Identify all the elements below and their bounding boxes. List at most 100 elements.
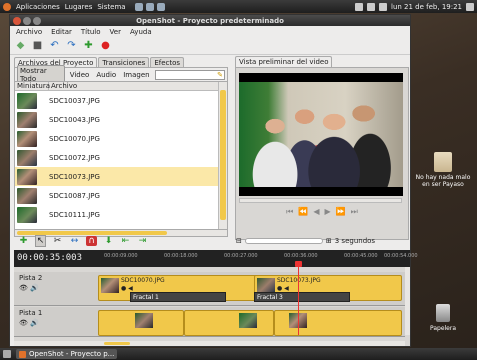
column-thumbnail[interactable]: Miniatura [15, 82, 50, 90]
save-icon[interactable]: ■ [31, 39, 44, 52]
timeline: 00:00:35:003 00:00:09.000 00:00:18.000 0… [14, 250, 418, 346]
next-marker-icon[interactable]: ⇥ [137, 236, 148, 246]
menu-sistema[interactable]: Sistema [97, 3, 125, 11]
menu-aplicaciones[interactable]: Aplicaciones [16, 3, 60, 11]
new-project-icon[interactable]: ◆ [14, 39, 27, 52]
file-row[interactable]: SDC10072.JPG [15, 148, 218, 167]
clear-search-icon[interactable]: ✎ [217, 71, 223, 79]
clip-track1-a[interactable] [98, 310, 184, 336]
zoom-control: ⊟ ⊞ 3 segundos [236, 237, 375, 245]
help-launcher-icon[interactable] [156, 2, 165, 11]
ruler-tick: 00:00:54.000 [384, 253, 418, 259]
network-icon[interactable] [355, 2, 363, 11]
file-filters: Mostrar Todo Video Audio Imagen ✎ [14, 64, 228, 85]
file-thumbnail [17, 111, 37, 128]
taskbar-label: OpenShot - Proyecto p... [29, 350, 115, 358]
menubar: Archivo Editar Título Ver Ayuda [10, 26, 410, 37]
tab-transitions[interactable]: Transiciones [98, 57, 150, 67]
desktop-trash[interactable]: Papelera [421, 304, 465, 332]
jump-end-icon[interactable]: ⏭ [351, 207, 358, 217]
snap-tool-icon[interactable]: ∩ [86, 236, 97, 246]
clip-track1-b[interactable] [184, 310, 274, 336]
menu-ayuda[interactable]: Ayuda [130, 28, 152, 36]
zoom-out-icon[interactable]: ⊟ [236, 237, 242, 245]
timeline-hscrollbar-thumb[interactable] [104, 342, 130, 345]
browser-launcher-icon[interactable] [134, 2, 143, 11]
track-visibility-icon[interactable]: 👁 🔊 [19, 284, 39, 292]
bottom-panel: OpenShot - Proyecto p... [0, 348, 477, 360]
clip-controls-icon[interactable]: ● ◀ [277, 285, 289, 292]
menu-archivo[interactable]: Archivo [16, 28, 42, 36]
taskbar-openshot[interactable]: OpenShot - Proyecto p... [16, 349, 118, 359]
file-row[interactable]: SDC10037.JPG [15, 91, 218, 110]
ruler-tick: 00:00:45.000 [344, 253, 378, 259]
timeline-ruler[interactable]: 00:00:35:003 00:00:09.000 00:00:18.000 0… [14, 250, 418, 267]
transition-fractal-3[interactable]: Fractal 3 [254, 292, 350, 302]
track-visibility-icon[interactable]: 👁 🔊 [19, 319, 39, 327]
razor-tool-icon[interactable]: ✂ [52, 236, 63, 246]
file-name: SDC10111.JPG [49, 210, 100, 219]
trash-icon [436, 304, 450, 322]
column-file[interactable]: Archivo [49, 82, 77, 90]
file-list-scrollbar[interactable] [218, 82, 227, 229]
fast-forward-icon[interactable]: ⏩ [336, 207, 346, 217]
filter-image[interactable]: Imagen [121, 70, 151, 80]
menu-titulo[interactable]: Título [81, 28, 101, 36]
show-desktop-icon[interactable] [3, 350, 11, 358]
track-1[interactable]: Pista 1 👁 🔊 [14, 307, 405, 337]
track-name: Pista 2 [19, 274, 43, 282]
desktop-folder-payaso[interactable]: No hay nada malo en ser Payaso [411, 152, 475, 188]
volume-icon[interactable] [379, 2, 387, 11]
tab-video-preview[interactable]: Vista preliminar del video [235, 56, 333, 67]
file-row[interactable]: SDC10073.JPG [15, 167, 218, 186]
reverse-icon[interactable]: ◀ [313, 207, 319, 217]
clock[interactable]: lun 21 de feb, 19:21 [391, 3, 462, 11]
record-icon[interactable]: ● [99, 39, 112, 52]
shutdown-icon[interactable] [466, 2, 474, 11]
mail-icon[interactable] [367, 2, 375, 11]
file-thumbnail [17, 92, 37, 109]
filter-video[interactable]: Video [68, 70, 92, 80]
video-preview [239, 73, 403, 196]
file-row[interactable]: SDC10111.JPG [15, 205, 218, 224]
menu-ver[interactable]: Ver [110, 28, 121, 36]
jump-start-icon[interactable]: ⏮ [286, 207, 293, 217]
playhead-handle[interactable] [295, 261, 302, 267]
add-files-icon[interactable]: ✚ [82, 39, 95, 52]
resize-tool-icon[interactable]: ↔ [69, 236, 80, 246]
rewind-icon[interactable]: ⏪ [298, 207, 308, 217]
file-row[interactable]: SDC10087.JPG [15, 186, 218, 205]
scrollbar-thumb[interactable] [220, 90, 226, 220]
arrow-tool-icon[interactable]: ↖ [35, 235, 46, 247]
zoom-label: 3 segundos [334, 237, 376, 245]
window-titlebar[interactable]: OpenShot - Proyecto predeterminado [10, 15, 410, 26]
play-icon[interactable]: ▶ [325, 207, 331, 217]
filter-audio[interactable]: Audio [94, 70, 118, 80]
file-name: SDC10073.JPG [49, 172, 100, 181]
zoom-in-icon[interactable]: ⊞ [326, 237, 332, 245]
playhead[interactable] [298, 262, 299, 335]
redo-icon[interactable]: ↷ [65, 39, 78, 52]
timeline-hscrollbar[interactable] [14, 341, 405, 346]
file-name: SDC10087.JPG [49, 191, 100, 200]
previous-marker-icon[interactable]: ⇤ [120, 236, 131, 246]
zoom-slider[interactable] [244, 238, 323, 244]
timeline-vscrollbar[interactable] [405, 267, 410, 335]
mail-launcher-icon[interactable] [145, 2, 154, 11]
transition-fractal-1[interactable]: Fractal 1 [130, 292, 226, 302]
search-input[interactable]: ✎ [154, 69, 225, 80]
undo-icon[interactable]: ↶ [48, 39, 61, 52]
add-track-icon[interactable]: ✚ [18, 236, 29, 246]
clip-track1-c[interactable] [274, 310, 402, 336]
file-name: SDC10043.JPG [49, 115, 100, 124]
menu-editar[interactable]: Editar [51, 28, 72, 36]
video-seek-bar[interactable] [239, 198, 402, 203]
file-thumbnail [17, 206, 37, 223]
add-marker-icon[interactable]: ⬇ [103, 236, 114, 246]
menu-lugares[interactable]: Lugares [65, 3, 93, 11]
file-row[interactable]: SDC10043.JPG [15, 110, 218, 129]
file-row[interactable]: SDC10070.JPG [15, 129, 218, 148]
tab-effects[interactable]: Efectos [150, 57, 185, 67]
clip-controls-icon[interactable]: ● ◀ [121, 285, 133, 292]
track-2[interactable]: Pista 2 👁 🔊 SDC10070.JPG ● ◀ SDC10073.JP… [14, 272, 405, 306]
